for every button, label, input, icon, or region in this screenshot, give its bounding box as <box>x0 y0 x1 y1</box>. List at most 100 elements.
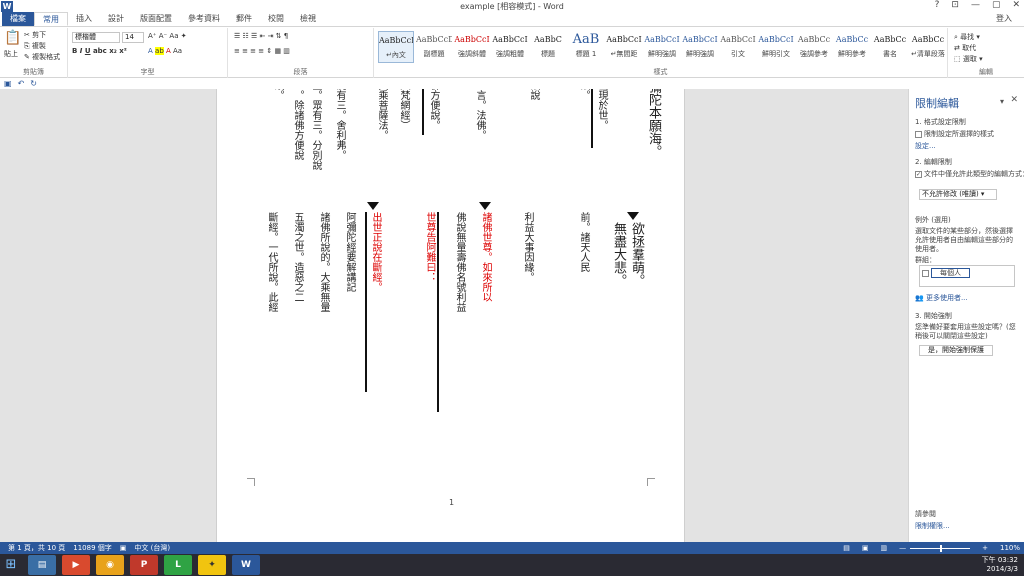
undo-icon[interactable]: ↶ <box>18 79 25 89</box>
style-label: 鮮明強調 <box>686 50 714 58</box>
tab-references[interactable]: 參考資料 <box>180 12 228 26</box>
media-player-icon[interactable]: ▶ <box>62 555 90 575</box>
color-buttons[interactable]: A ab A Aa <box>148 47 182 55</box>
word-count[interactable]: 11089 個字 <box>73 543 112 553</box>
style-sample: AaBbCcI <box>682 35 718 44</box>
help-icon[interactable]: ? <box>935 0 940 10</box>
font-size-buttons[interactable]: A⁺ A⁻ Aa ✦ <box>148 32 187 40</box>
format-painter-button[interactable]: ✎ 複製格式 <box>24 52 60 62</box>
more-users-link[interactable]: 👥 更多使用者... <box>915 293 968 303</box>
zoom-controls: ▤ ▣ ▥ — + 110% <box>835 542 1020 554</box>
tab-design[interactable]: 設計 <box>100 12 132 26</box>
style-sample: AaBbCcI <box>720 35 756 44</box>
tab-review[interactable]: 校閱 <box>260 12 292 26</box>
style-13[interactable]: AaBbCc 書名 <box>872 31 908 63</box>
save-icon[interactable]: ▣ <box>4 79 12 89</box>
explorer-icon[interactable]: ▤ <box>28 555 56 575</box>
tab-file[interactable]: 檔案 <box>2 12 34 26</box>
sign-in-link[interactable]: 登入 <box>996 13 1012 24</box>
word-icon[interactable]: W <box>232 555 260 575</box>
print-layout-icon[interactable]: ▣ <box>862 544 869 552</box>
tab-home[interactable]: 常用 <box>34 12 68 26</box>
tab-view[interactable]: 檢視 <box>292 12 324 26</box>
style-12[interactable]: AaBbCc 鮮明參考 <box>834 31 870 63</box>
font-size-select[interactable]: 14 <box>122 32 144 43</box>
style-4[interactable]: AaBbC 標題 <box>530 31 566 63</box>
style-label: ↵無間距 <box>610 50 638 58</box>
read-mode-icon[interactable]: ▤ <box>843 544 850 552</box>
quick-bar: ▣ ↶ ↻ <box>0 79 1024 89</box>
maximize-button[interactable]: ▢ <box>992 0 1001 10</box>
settings-link[interactable]: 設定... <box>915 141 936 151</box>
style-8[interactable]: AaBbCcI 鮮明強調 <box>682 31 718 63</box>
ribbon-display-icon[interactable]: ⊡ <box>951 0 959 10</box>
find-button[interactable]: ⌕ 尋找 ▾ <box>954 32 980 42</box>
cut-button[interactable]: ✂ 剪下 <box>24 30 46 40</box>
minimize-button[interactable]: — <box>971 0 980 10</box>
editing-type-select[interactable]: 不允許修改 (唯讀) ▾ <box>919 189 997 200</box>
text-effects-icon: A <box>148 47 153 55</box>
style-3[interactable]: AaBbCcI 強調粗體 <box>492 31 528 63</box>
page-count[interactable]: 第 1 頁，共 10 頁 <box>8 543 65 553</box>
style-2[interactable]: AaBbCcI 強調斜體 <box>454 31 490 63</box>
style-sample: AaBbCcI <box>492 35 528 44</box>
app-icon[interactable]: ✦ <box>198 555 226 575</box>
style-7[interactable]: AaBbCcI 鮮明強調 <box>644 31 680 63</box>
clipboard-group-label: 剪貼簿 <box>23 68 44 76</box>
font-name-select[interactable]: 標楷體 <box>72 32 120 43</box>
proofing-icon[interactable]: ▣ <box>120 544 127 552</box>
editing-checkbox[interactable]: ✓ 文件中僅允許此類型的編輯方式： <box>915 169 1024 179</box>
align-buttons[interactable]: ≡ ≡ ≡ ≡ ⇕ ▦ ▥ <box>234 47 290 55</box>
text-column: 斷經。一代所說。此經 <box>265 212 277 312</box>
zoom-in-button[interactable]: + <box>982 544 988 552</box>
powerpoint-icon[interactable]: P <box>130 555 158 575</box>
highlight-icon: ab <box>155 47 164 55</box>
style-6[interactable]: AaBbCcI ↵無間距 <box>606 31 642 63</box>
select-button[interactable]: ⬚ 選取 ▾ <box>954 54 983 64</box>
list-buttons[interactable]: ☰ ☷ ☰ ⇤ ⇥ ⇅ ¶ <box>234 32 288 40</box>
clock-time[interactable]: 下午 03:32 <box>982 556 1018 565</box>
copy-button[interactable]: ⎘ 複製 <box>24 41 46 51</box>
zoom-thumb[interactable] <box>940 544 943 552</box>
clock-date[interactable]: 2014/3/3 <box>982 565 1018 574</box>
everyone-item[interactable]: 每個人 <box>922 268 970 278</box>
zoom-slider[interactable] <box>910 544 971 552</box>
tab-insert[interactable]: 插入 <box>68 12 100 26</box>
formatting-checkbox[interactable]: 限制設定所選擇的樣式 <box>915 129 994 139</box>
tab-layout[interactable]: 版面配置 <box>132 12 180 26</box>
style-14[interactable]: AaBbCc ↵清單段落 <box>910 31 946 63</box>
document-page[interactable]: 彌陀本願海。 出現於世。 法。 法說 一言。法佛。 佛方便說。 （梵網經） 大乘… <box>216 89 685 542</box>
chrome-icon[interactable]: ◉ <box>96 555 124 575</box>
paste-icon[interactable]: 📋 <box>4 30 21 46</box>
close-icon[interactable]: ✕ <box>1010 95 1018 105</box>
style-5[interactable]: AaB 標題 1 <box>568 31 604 63</box>
style-0[interactable]: AaBbCcI ↵內文 <box>378 31 414 63</box>
document-workspace[interactable]: 彌陀本願海。 出現於世。 法。 法說 一言。法佛。 佛方便說。 （梵網經） 大乘… <box>0 89 908 542</box>
line-icon[interactable]: L <box>164 555 192 575</box>
language-status[interactable]: 中文 (台灣) <box>134 543 170 553</box>
zoom-level[interactable]: 110% <box>1000 544 1020 552</box>
close-button[interactable]: ✕ <box>1012 0 1020 10</box>
style-9[interactable]: AaBbCcI 引文 <box>720 31 756 63</box>
tab-mailings[interactable]: 郵件 <box>228 12 260 26</box>
style-1[interactable]: AaBbCcD 副標題 <box>416 31 452 63</box>
paste-button[interactable]: 貼上 <box>4 49 18 59</box>
column-text: 重。眾有三。分別說 <box>310 89 321 170</box>
style-10[interactable]: AaBbCcI 鮮明引文 <box>758 31 794 63</box>
web-layout-icon[interactable]: ▥ <box>880 544 887 552</box>
enforcement-description: 您準備好要套用這些設定嗎？(您稍後可以關閉這些設定) <box>915 323 1016 340</box>
restrict-permission-link[interactable]: 限制權限... <box>915 521 950 531</box>
style-11[interactable]: AaBbCc 強調參考 <box>796 31 832 63</box>
format-buttons[interactable]: B I U abc x₂ x² <box>72 47 127 55</box>
highlighted-column: 世尊告阿難曰： <box>423 212 435 282</box>
column-text: 法。 <box>578 89 589 100</box>
start-enforcing-button[interactable]: 是，開始強制保護 <box>919 345 993 356</box>
zoom-out-button[interactable]: — <box>899 544 906 552</box>
redo-icon[interactable]: ↻ <box>30 79 37 89</box>
paragraph-group-label: 段落 <box>293 68 308 76</box>
formatting-heading: 1. 格式設定限制 <box>915 118 966 126</box>
column-text: 阿彌陀經要解講記 <box>344 212 355 292</box>
start-button[interactable]: ⊞ <box>0 554 22 576</box>
replace-button[interactable]: ⇄ 取代 <box>954 43 976 53</box>
chevron-down-icon[interactable]: ▾ <box>1000 97 1004 106</box>
